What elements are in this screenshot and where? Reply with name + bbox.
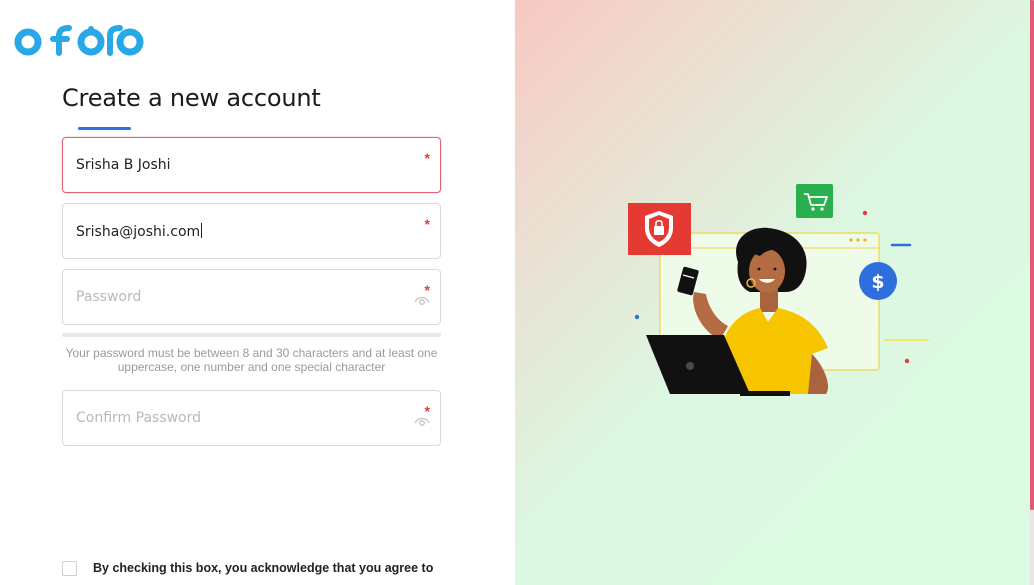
email-field[interactable]: Srisha@joshi.com * <box>62 203 441 259</box>
password-field[interactable]: Password * <box>62 269 441 325</box>
ofofo-logo <box>14 25 144 56</box>
dollar-coin-icon: $ <box>859 262 897 300</box>
signup-panel: Create a new account Srisha B Joshi * Sr… <box>0 0 515 585</box>
terms-label: By checking this box, you acknowledge th… <box>93 561 434 575</box>
confirm-password-placeholder: Confirm Password <box>76 410 202 426</box>
page-title: Create a new account <box>62 84 321 112</box>
shopping-cart-icon <box>796 184 833 218</box>
svg-text:$: $ <box>871 271 884 293</box>
text-caret <box>201 223 203 238</box>
eye-icon[interactable] <box>414 415 430 427</box>
required-mark: * <box>424 216 430 232</box>
title-underline <box>78 127 131 130</box>
scrollbar-thumb[interactable] <box>1030 0 1034 510</box>
confirm-password-field[interactable]: Confirm Password * <box>62 390 441 446</box>
full-name-value: Srisha B Joshi <box>76 157 171 173</box>
terms-checkbox[interactable] <box>62 561 77 576</box>
required-mark: * <box>424 150 430 166</box>
password-strength-bar <box>62 333 441 337</box>
password-placeholder: Password <box>76 289 142 305</box>
email-value: Srisha@joshi.com <box>76 223 203 240</box>
shield-lock-icon <box>628 203 691 255</box>
full-name-field[interactable]: Srisha B Joshi * <box>62 137 441 193</box>
online-shopping-illustration: $ <box>628 184 929 396</box>
password-hint: Your password must be between 8 and 30 c… <box>65 346 438 374</box>
eye-icon[interactable] <box>414 294 430 306</box>
